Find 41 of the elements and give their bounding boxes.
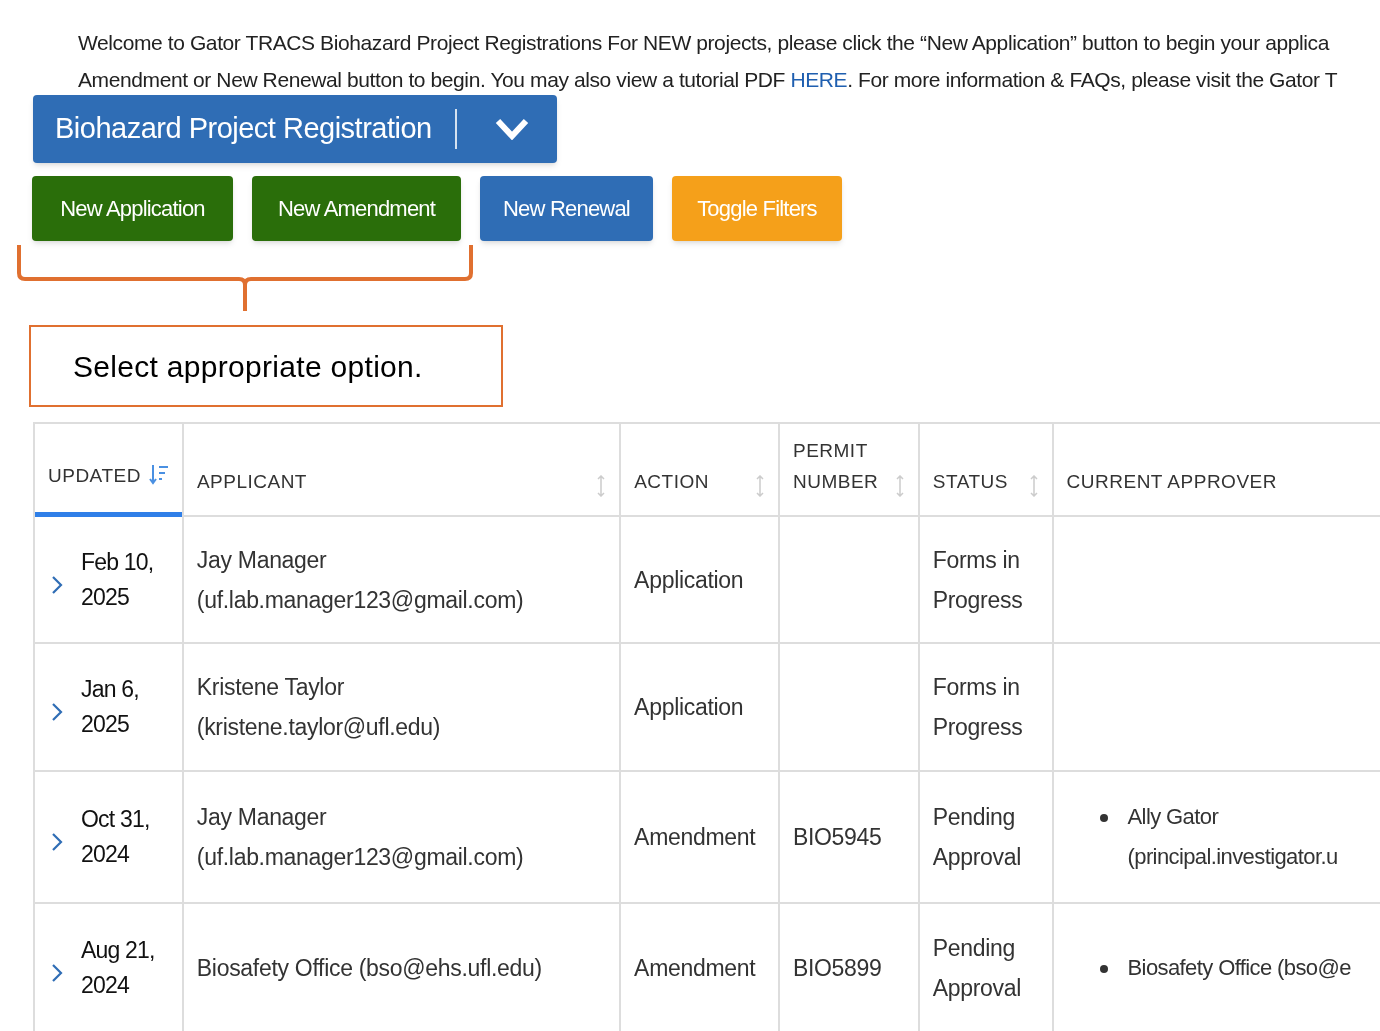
action-button[interactable]: New Renewal	[480, 176, 653, 241]
action-button[interactable]: New Application	[32, 176, 233, 241]
table-cell-text: BIO5945	[792, 823, 882, 852]
here-link[interactable]: HERE	[790, 68, 848, 91]
table-cell-text: Pending Approval	[932, 803, 1023, 872]
callout-box: Select appropriate option.	[29, 325, 503, 407]
expand-chevron-icon	[51, 832, 63, 852]
expand-chevron-icon	[51, 963, 63, 983]
table-cell-text: Forms in Progress	[932, 545, 1024, 615]
column-header[interactable]: PERMIT NUMBER	[792, 435, 893, 497]
table-cell-text: Jan 6, 2025	[81, 675, 139, 739]
sort-descending-icon	[148, 463, 169, 487]
table-cell-text: Kristene Taylor (kristene.taylor@ufl.edu)	[196, 673, 441, 742]
table-cell-text: Oct 31, 2024	[81, 805, 150, 869]
table-cell-text: Amendment	[634, 823, 756, 852]
column-header[interactable]: CURRENT APPROVER	[1066, 466, 1277, 497]
table-cell-text: Forms in Progress	[932, 673, 1024, 742]
column-header[interactable]: STATUS	[932, 466, 1008, 497]
table-cell-text: BIO5899	[792, 954, 882, 983]
column-header[interactable]: ACTION	[634, 466, 709, 497]
table-cell-text: Biosafety Office (bso@ehs.ufl.edu)	[196, 954, 542, 983]
column-header[interactable]: UPDATED	[48, 460, 141, 491]
table-cell-text: Biosafety Office (bso@e	[1127, 954, 1351, 982]
table-cell-text: Amendment	[634, 954, 756, 983]
action-button[interactable]: New Amendment	[252, 176, 461, 241]
bullet-icon	[1099, 814, 1108, 822]
table-cell-text: Application	[634, 565, 744, 595]
expand-chevron-icon	[51, 574, 63, 595]
column-header[interactable]: APPLICANT	[196, 466, 307, 497]
table-cell-text: Jay Manager (uf.lab.manager123@gmail.com)	[196, 545, 524, 615]
table-cell-text: Application	[634, 693, 744, 722]
table-cell-text: Ally Gator (principal.investigator.u	[1127, 803, 1338, 871]
bullet-icon	[1099, 965, 1108, 973]
table-cell-text: Aug 21, 2024	[81, 936, 155, 1000]
table-cell-text: Feb 10, 2025	[81, 547, 154, 612]
chevron-down-icon	[495, 118, 529, 140]
table-cell-text: Pending Approval	[932, 934, 1023, 1003]
table-cell-text: Jay Manager (uf.lab.manager123@gmail.com)	[196, 803, 524, 872]
expand-chevron-icon	[51, 702, 63, 722]
registration-dropdown[interactable]: Biohazard Project Registration	[33, 95, 557, 163]
intro-text: Welcome to Gator TRACS Biohazard Project Registrations For NEW projects, please click the “New Application” button to begin your applica Amendment or New Renewal button to begin. You may also view a tutorial PDF HERE. For more information & FAQs, please visit the Gator T	[78, 30, 1338, 93]
